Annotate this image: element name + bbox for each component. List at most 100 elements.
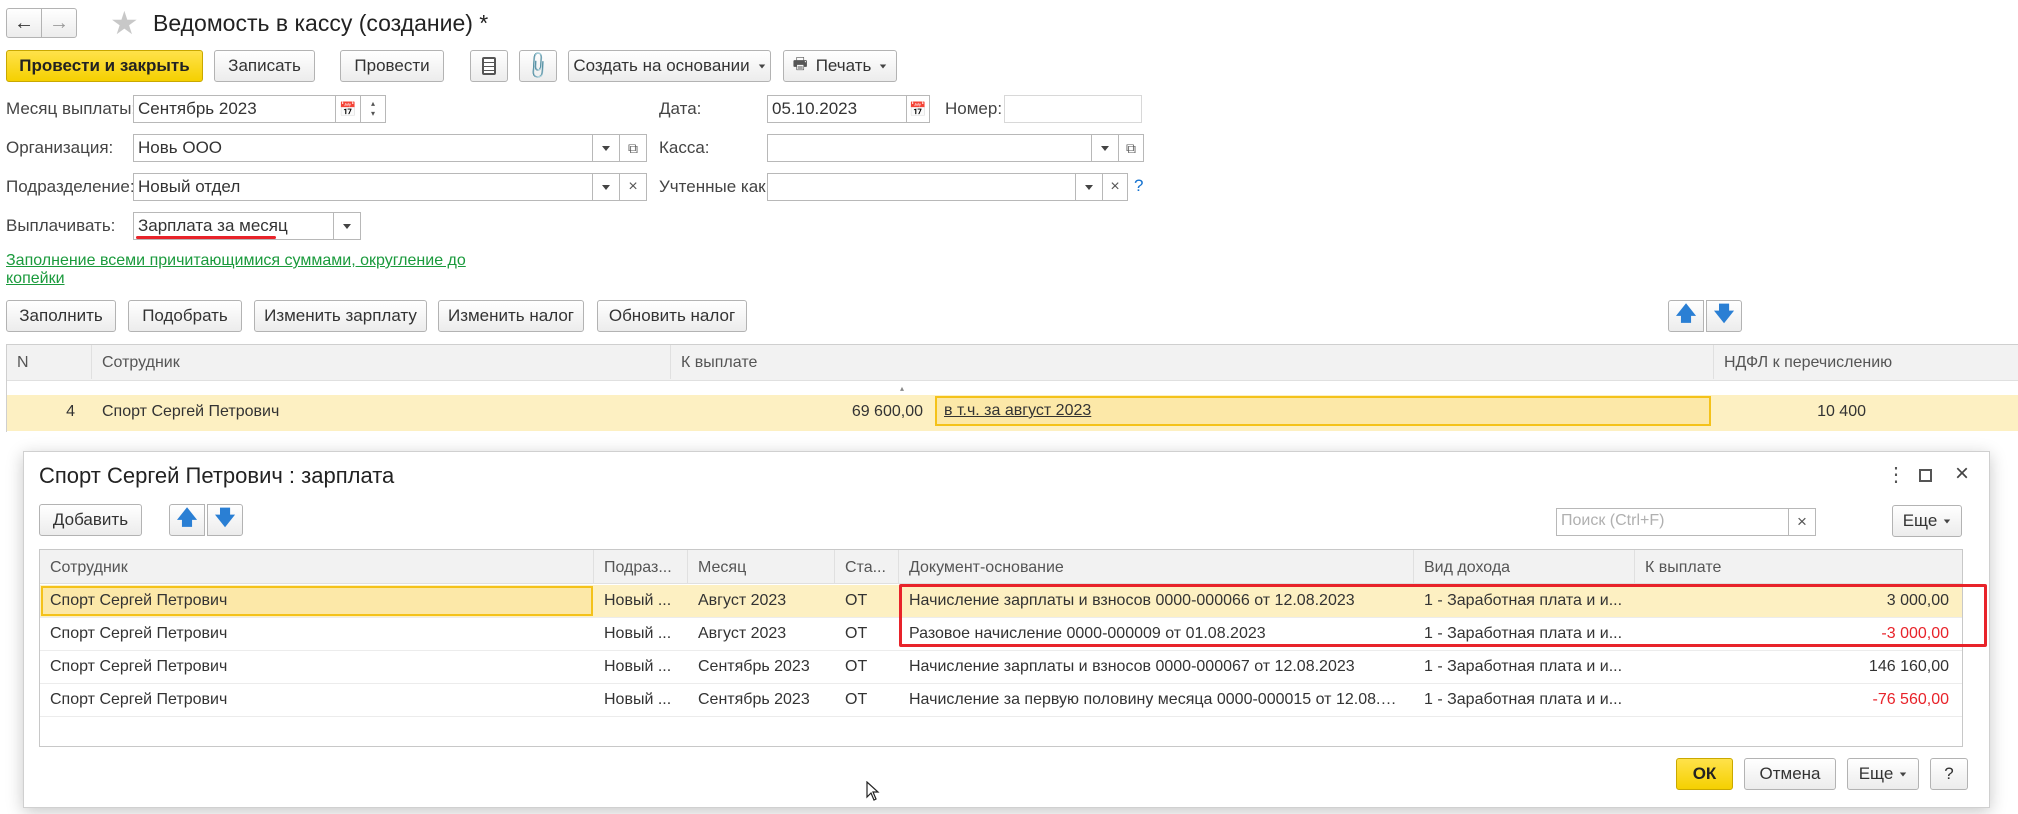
accounted-as-clear-button[interactable]: ×	[1102, 173, 1128, 201]
organization-field[interactable]: Новь ООО	[133, 134, 593, 162]
organization-open-button[interactable]: ⧉	[619, 134, 647, 162]
department-dropdown[interactable]	[592, 173, 620, 201]
table-row[interactable]: 4 Спорт Сергей Петрович 69 600,00 в т.ч.…	[7, 395, 2018, 431]
kassa-label: Касса:	[659, 138, 710, 157]
clear-icon: ×	[1797, 512, 1807, 531]
add-button[interactable]: Добавить	[39, 504, 142, 536]
cell-status: ОТ	[845, 625, 868, 642]
dialog-footer-more-button[interactable]: Еще	[1847, 758, 1919, 790]
kassa-dropdown[interactable]	[1091, 134, 1119, 162]
table-row[interactable]: Спорт Сергей Петрович Новый ... Сентябрь 2…	[40, 684, 1962, 717]
dialog-close-icon[interactable]: ×	[1955, 460, 1969, 488]
cell-status: ОТ	[845, 592, 868, 609]
header-n[interactable]: N	[7, 345, 92, 379]
move-up-button[interactable]: 🡅	[1668, 300, 1704, 332]
month-stepper[interactable]: ▴ ▾	[360, 95, 386, 123]
month-field[interactable]: Сентябрь 2023	[133, 95, 336, 123]
kassa-field[interactable]	[767, 134, 1093, 162]
ok-button[interactable]: ОК	[1676, 758, 1733, 790]
row-month-link[interactable]: в т.ч. за август 2023	[944, 402, 1091, 420]
table-row[interactable]: Спорт Сергей Петрович Новый ... Сентябрь 2…	[40, 651, 1962, 684]
column-resize-marker: ▴	[900, 384, 905, 393]
change-salary-button[interactable]: Изменить зарплату	[254, 300, 427, 332]
cell-document: Начисление за первую половину месяца 000…	[909, 691, 1414, 708]
chevron-down-icon	[880, 64, 887, 68]
cell-month: Август 2023	[698, 592, 787, 609]
department-field[interactable]: Новый отдел	[133, 173, 593, 201]
header-amount[interactable]: К выплате	[1635, 550, 1962, 584]
help-button[interactable]: ?	[1930, 758, 1968, 790]
print-button[interactable]: 🖶 Печать	[783, 50, 897, 82]
favorite-star-icon[interactable]: ★	[110, 6, 139, 40]
search-placeholder: Поиск (Ctrl+F)	[1561, 512, 1665, 529]
more-label: Еще	[1902, 511, 1938, 530]
search-input[interactable]: Поиск (Ctrl+F)	[1556, 508, 1789, 536]
month-label: Месяц выплаты:	[6, 99, 137, 118]
post-button[interactable]: Провести	[340, 50, 444, 82]
report-button[interactable]	[470, 50, 508, 82]
header-tax[interactable]: НДФЛ к перечислению	[1714, 345, 2018, 379]
dialog-move-down-button[interactable]: 🡇	[207, 504, 243, 536]
pay-label: Выплачивать:	[6, 216, 116, 235]
header-status[interactable]: Ста...	[835, 550, 899, 584]
fill-settings-link[interactable]: Заполнение всеми причитающимися суммами,…	[6, 252, 466, 288]
date-calendar-button[interactable]: 📅	[906, 95, 930, 123]
arrow-down-icon: 🡇	[1713, 303, 1735, 325]
search-clear-button[interactable]: ×	[1788, 508, 1816, 536]
header-document[interactable]: Документ-основание	[899, 550, 1414, 584]
dialog-maximize-icon[interactable]	[1919, 469, 1932, 482]
pick-button[interactable]: Подобрать	[128, 300, 242, 332]
move-down-button[interactable]: 🡇	[1706, 300, 1742, 332]
accounted-as-dropdown[interactable]	[1075, 173, 1103, 201]
cell-month: Сентябрь 2023	[698, 691, 810, 708]
fill-button[interactable]: Заполнить	[6, 300, 116, 332]
cell-document: Начисление зарплаты и взносов 0000-00006…	[909, 592, 1355, 609]
chevron-down-icon	[1101, 145, 1109, 151]
accounted-as-label: Учтенные как:	[659, 177, 771, 196]
header-employee[interactable]: Сотрудник	[92, 345, 671, 379]
help-link[interactable]: ?	[1134, 176, 1143, 196]
pay-type-underline	[136, 236, 276, 239]
dialog-more-button[interactable]: Еще	[1892, 505, 1962, 537]
clear-icon: ×	[628, 178, 638, 195]
cell-employee: Спорт Сергей Петрович	[50, 625, 228, 642]
calendar-button[interactable]: 📅	[335, 95, 361, 123]
dialog-menu-icon[interactable]: ⋮	[1886, 462, 1906, 487]
accounted-as-field[interactable]	[767, 173, 1077, 201]
pay-type-dropdown[interactable]	[333, 212, 361, 240]
dialog-table-header: Сотрудник Подраз... Месяц Ста... Докумен…	[40, 550, 1962, 584]
main-table-header: N Сотрудник К выплате НДФЛ к перечислени…	[7, 345, 2018, 381]
header-month[interactable]: Месяц	[688, 550, 835, 584]
save-button[interactable]: Записать	[214, 50, 315, 82]
table-row[interactable]: Спорт Сергей Петрович Новый ... Август 202…	[40, 585, 1962, 618]
cell-status: ОТ	[845, 658, 868, 675]
create-based-on-button[interactable]: Создать на основании	[568, 50, 771, 82]
forward-button[interactable]: →	[41, 8, 77, 38]
cancel-button[interactable]: Отмена	[1744, 758, 1836, 790]
date-field[interactable]: 05.10.2023	[767, 95, 907, 123]
dialog-move-up-button[interactable]: 🡅	[169, 504, 205, 536]
header-amount[interactable]: К выплате	[671, 345, 1714, 379]
change-tax-button[interactable]: Изменить налог	[438, 300, 584, 332]
attach-button[interactable]: 📎	[519, 50, 557, 82]
header-employee[interactable]: Сотрудник	[40, 550, 594, 584]
kassa-open-button[interactable]: ⧉	[1118, 134, 1144, 162]
paperclip-icon: 📎	[521, 50, 554, 83]
header-income-type[interactable]: Вид дохода	[1414, 550, 1635, 584]
chevron-down-icon	[1085, 184, 1093, 190]
post-and-close-button[interactable]: Провести и закрыть	[6, 50, 203, 82]
organization-dropdown[interactable]	[592, 134, 620, 162]
header-department[interactable]: Подраз...	[594, 550, 688, 584]
arrow-right-icon: →	[49, 11, 69, 34]
department-clear-button[interactable]: ×	[619, 173, 647, 201]
number-field[interactable]	[1004, 95, 1142, 123]
row-link-cell[interactable]: в т.ч. за август 2023	[935, 396, 1711, 426]
number-label: Номер:	[945, 99, 1003, 118]
row-n: 4	[66, 403, 75, 420]
open-window-icon: ⧉	[628, 139, 638, 156]
back-button[interactable]: ←	[6, 8, 42, 38]
date-label: Дата:	[659, 99, 702, 118]
salary-dialog: Спорт Сергей Петрович : зарплата ⋮ × Доб…	[23, 451, 1990, 808]
update-tax-button[interactable]: Обновить налог	[597, 300, 747, 332]
cell-employee: Спорт Сергей Петрович	[50, 658, 228, 675]
